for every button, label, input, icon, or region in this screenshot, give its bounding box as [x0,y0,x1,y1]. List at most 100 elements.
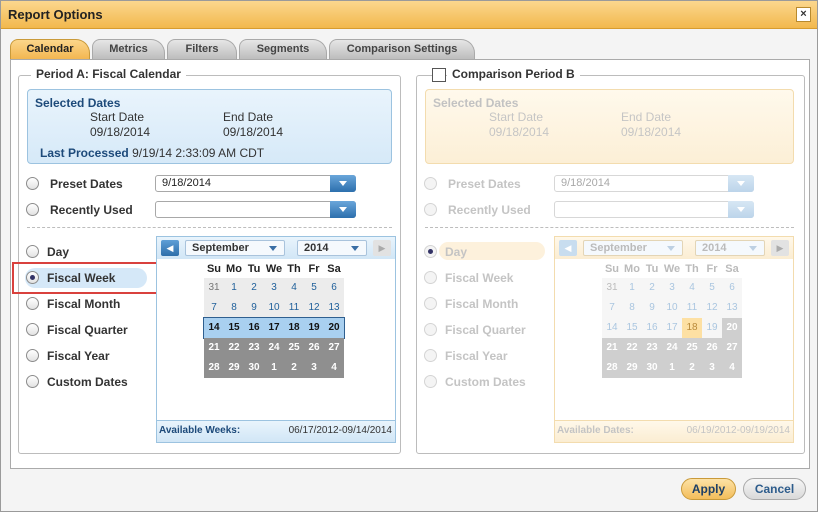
calendar-day[interactable]: 18 [682,318,702,338]
range-radio-fiscal-year-b[interactable] [424,349,437,362]
calendar-day[interactable]: 3 [264,278,284,298]
calendar-day[interactable]: 3 [304,358,324,378]
calendar-day[interactable]: 30 [244,358,264,378]
calendar-day[interactable]: 1 [264,358,284,378]
calendar-day[interactable]: 3 [702,358,722,378]
tab-calendar[interactable]: Calendar [10,39,90,60]
calendar-day[interactable]: 18 [284,318,304,338]
recently-used-radio-b[interactable] [424,203,437,216]
calendar-day[interactable]: 2 [284,358,304,378]
calendar-day[interactable]: 26 [702,338,722,358]
calendar-day[interactable]: 1 [662,358,682,378]
comparison-period-checkbox[interactable] [432,68,446,82]
range-radio-fiscal-month-b[interactable] [424,297,437,310]
calendar-day[interactable]: 8 [622,298,642,318]
next-month-icon[interactable]: ▶ [373,240,391,256]
calendar-day[interactable]: 21 [204,338,224,358]
calendar-day[interactable]: 19 [304,318,324,338]
month-select[interactable]: September [185,240,285,256]
chevron-down-icon[interactable] [728,201,754,218]
calendar-day[interactable]: 31 [602,278,622,298]
range-radio-day-b[interactable] [424,245,437,258]
calendar-day[interactable]: 4 [284,278,304,298]
recently-used-radio-a[interactable] [26,203,39,216]
calendar-day[interactable]: 10 [662,298,682,318]
calendar-day[interactable]: 29 [622,358,642,378]
calendar-day[interactable]: 23 [642,338,662,358]
chevron-down-icon[interactable] [330,201,356,218]
chevron-down-icon[interactable] [728,175,754,192]
calendar-day[interactable]: 17 [264,318,284,338]
recently-used-select-b[interactable] [554,201,754,218]
calendar-day[interactable]: 2 [244,278,264,298]
calendar-day[interactable]: 28 [204,358,224,378]
calendar-day[interactable]: 7 [602,298,622,318]
calendar-day[interactable]: 6 [722,278,742,298]
preset-dates-select-b[interactable]: 9/18/2014 [554,175,754,192]
calendar-day[interactable]: 2 [642,278,662,298]
range-radio-fiscal-month-a[interactable] [26,297,39,310]
calendar-day[interactable]: 16 [642,318,662,338]
calendar-day[interactable]: 11 [682,298,702,318]
calendar-day[interactable]: 8 [224,298,244,318]
range-radio-fiscal-quarter-a[interactable] [26,323,39,336]
range-radio-custom-dates-a[interactable] [26,375,39,388]
calendar-day[interactable]: 10 [264,298,284,318]
calendar-day[interactable]: 24 [264,338,284,358]
calendar-day[interactable]: 27 [722,338,742,358]
calendar-day[interactable]: 25 [682,338,702,358]
calendar-day[interactable]: 12 [702,298,722,318]
calendar-day[interactable]: 23 [244,338,264,358]
calendar-day[interactable]: 14 [204,318,224,338]
calendar-day[interactable]: 20 [722,318,742,338]
calendar-day[interactable]: 4 [722,358,742,378]
next-month-icon[interactable]: ▶ [771,240,789,256]
calendar-day[interactable]: 4 [682,278,702,298]
calendar-day[interactable]: 1 [224,278,244,298]
calendar-day[interactable]: 3 [662,278,682,298]
calendar-day[interactable]: 15 [622,318,642,338]
calendar-day[interactable]: 5 [304,278,324,298]
calendar-day[interactable]: 25 [284,338,304,358]
preset-dates-select-a[interactable]: 9/18/2014 [155,175,356,192]
calendar-day[interactable]: 14 [602,318,622,338]
calendar-day[interactable]: 6 [324,278,344,298]
calendar-day[interactable]: 9 [642,298,662,318]
tab-segments[interactable]: Segments [239,39,327,59]
recently-used-select-a[interactable] [155,201,356,218]
calendar-day[interactable]: 26 [304,338,324,358]
tab-comparison-settings[interactable]: Comparison Settings [329,39,475,59]
calendar-day[interactable]: 22 [622,338,642,358]
preset-dates-radio-a[interactable] [26,177,39,190]
calendar-day[interactable]: 28 [602,358,622,378]
preset-dates-radio-b[interactable] [424,177,437,190]
apply-button[interactable]: Apply [681,478,736,500]
calendar-day[interactable]: 29 [224,358,244,378]
range-radio-day-a[interactable] [26,245,39,258]
month-select[interactable]: September [583,240,683,256]
calendar-day[interactable]: 15 [224,318,244,338]
calendar-day[interactable]: 30 [642,358,662,378]
calendar-day[interactable]: 17 [662,318,682,338]
range-radio-custom-dates-b[interactable] [424,375,437,388]
calendar-day[interactable]: 20 [324,318,344,338]
calendar-day[interactable]: 21 [602,338,622,358]
calendar-day[interactable]: 12 [304,298,324,318]
calendar-day[interactable]: 24 [662,338,682,358]
range-radio-fiscal-week-b[interactable] [424,271,437,284]
calendar-day[interactable]: 1 [622,278,642,298]
calendar-day[interactable]: 5 [702,278,722,298]
calendar-day[interactable]: 2 [682,358,702,378]
calendar-day[interactable]: 19 [702,318,722,338]
tab-metrics[interactable]: Metrics [92,39,165,59]
range-radio-fiscal-quarter-b[interactable] [424,323,437,336]
tab-filters[interactable]: Filters [167,39,237,59]
close-icon[interactable]: × [796,7,811,22]
calendar-day[interactable]: 13 [722,298,742,318]
calendar-day[interactable]: 22 [224,338,244,358]
calendar-day[interactable]: 31 [204,278,224,298]
calendar-day[interactable]: 7 [204,298,224,318]
prev-month-icon[interactable]: ◀ [161,240,179,256]
year-select[interactable]: 2014 [695,240,765,256]
calendar-day[interactable]: 16 [244,318,264,338]
